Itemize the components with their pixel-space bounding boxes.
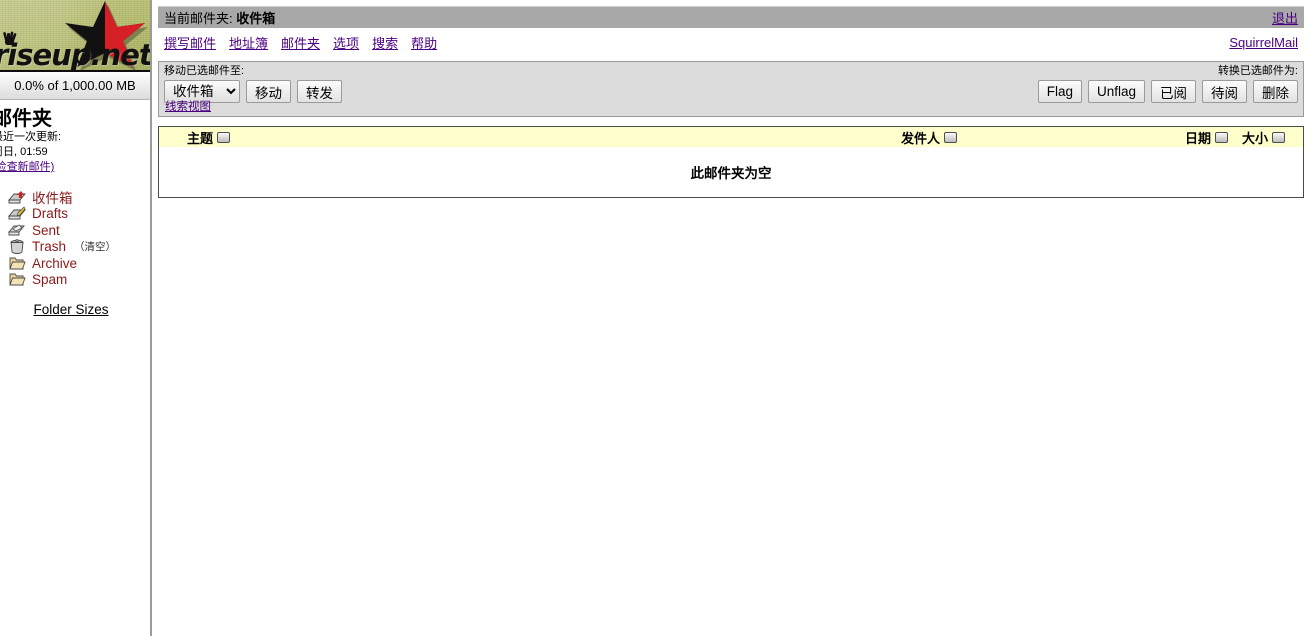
logo-brand-text: riseup.net [0, 38, 150, 72]
current-folder-label: 当前邮件夹: [164, 11, 233, 26]
flag-button[interactable]: Flag [1037, 80, 1082, 103]
sidebar-item-label[interactable]: 收件箱 [32, 187, 73, 207]
sidebar-item-label[interactable]: Archive [32, 256, 77, 271]
column-header-size[interactable]: 大小 [1242, 128, 1286, 147]
folders-title: 邮件夹 [0, 108, 52, 130]
logo-bottom-strip [0, 70, 150, 72]
sidebar-item-trash[interactable]: Trash （清空） [8, 239, 150, 256]
trash-icon [8, 239, 26, 255]
inbox-icon [8, 190, 26, 205]
sidebar-item-label[interactable]: Drafts [32, 206, 68, 221]
nav-options[interactable]: 选项 [333, 33, 359, 52]
squirrelmail-brand-link[interactable]: SquirrelMail [1229, 35, 1298, 50]
current-folder-text: 当前邮件夹: 收件箱 [164, 8, 275, 27]
column-header-date[interactable]: 日期 [1185, 128, 1229, 147]
logo-image: riseup.net [0, 0, 150, 72]
column-header-subject[interactable]: 主题 [187, 128, 231, 147]
forward-button[interactable]: 转发 [297, 80, 342, 103]
thread-view-link[interactable]: 线索视图 [165, 98, 211, 114]
riseup-logo[interactable]: riseup.net [0, 0, 150, 72]
quota-bar: 0.0% of 1,000.00 MB [0, 72, 150, 100]
sort-size-icon[interactable] [1272, 131, 1286, 143]
last-update-time: 周日, 01:59 [0, 146, 48, 158]
column-label-date: 日期 [1185, 130, 1212, 146]
folder-icon [8, 256, 26, 271]
sidebar-item-label[interactable]: Trash [32, 239, 66, 254]
folder-list: 收件箱 Drafts Sent Trash （清空） Archive Spam [0, 189, 150, 288]
sidebar-item-inbox[interactable]: 收件箱 [8, 189, 150, 206]
nav-compose[interactable]: 撰写邮件 [164, 33, 216, 52]
sort-subject-icon[interactable] [217, 131, 231, 143]
unflag-button[interactable]: Unflag [1087, 80, 1145, 103]
column-label-from: 发件人 [901, 130, 941, 146]
sidebar-item-drafts[interactable]: Drafts [8, 206, 150, 223]
folder-sizes-link[interactable]: Folder Sizes [33, 302, 108, 317]
empty-trash-link[interactable]: （清空） [74, 241, 116, 253]
sidebar-item-sent[interactable]: Sent [8, 222, 150, 239]
sent-icon [8, 223, 26, 238]
drafts-icon [8, 206, 26, 221]
sidebar-item-spam[interactable]: Spam [8, 272, 150, 289]
squirrelmail-page: riseup.net 0.0% of 1,000.00 MB 邮件夹 最近一次更… [0, 0, 1310, 636]
sort-from-icon[interactable] [944, 131, 958, 143]
column-label-subject: 主题 [187, 130, 214, 146]
column-header-from[interactable]: 发件人 [901, 128, 958, 147]
nav-help[interactable]: 帮助 [411, 33, 437, 52]
sort-date-icon[interactable] [1215, 131, 1229, 143]
folder-sizes-wrap: Folder Sizes [0, 302, 150, 317]
sidebar-item-label[interactable]: Sent [32, 223, 60, 238]
folder-icon [8, 272, 26, 287]
sidebar-item-archive[interactable]: Archive [8, 255, 150, 272]
mark-read-button[interactable]: 已阅 [1151, 80, 1196, 103]
message-list-body: 此邮件夹为空 [159, 147, 1303, 197]
transform-label: 转换已选邮件为: [1217, 65, 1298, 77]
folders-header: 邮件夹 最近一次更新: 周日, 01:59 (检查新邮件) [0, 100, 150, 175]
nav-folders[interactable]: 邮件夹 [281, 33, 320, 52]
message-list-header: 主题 发件人 日期 大小 [159, 127, 1303, 147]
sidebar-item-extra[interactable]: （清空） [74, 239, 116, 254]
delete-button[interactable]: 删除 [1253, 80, 1298, 103]
nav-addressbook[interactable]: 地址簿 [229, 33, 268, 52]
sidebar: riseup.net 0.0% of 1,000.00 MB 邮件夹 最近一次更… [0, 0, 152, 636]
main-navigation: 撰写邮件 地址簿 邮件夹 选项 搜索 帮助 SquirrelMail [158, 32, 1304, 52]
sidebar-item-label[interactable]: Spam [32, 272, 67, 287]
current-folder-name: 收件箱 [236, 11, 276, 26]
main-content: 当前邮件夹: 收件箱 退出 撰写邮件 地址簿 邮件夹 选项 搜索 帮助 Squi… [152, 0, 1310, 636]
move-button[interactable]: 移动 [246, 80, 291, 103]
nav-search[interactable]: 搜索 [372, 33, 398, 52]
quota-text: 0.0% of 1,000.00 MB [14, 78, 136, 93]
empty-folder-message: 此邮件夹为空 [690, 166, 772, 181]
current-folder-bar: 当前邮件夹: 收件箱 退出 [158, 6, 1304, 28]
mark-unread-button[interactable]: 待阅 [1202, 80, 1247, 103]
message-toolbar: 移动已选邮件至: 收件箱 Drafts Sent Trash Archive S… [158, 61, 1304, 117]
signout-wrap: 退出 [1272, 8, 1298, 27]
message-list: 主题 发件人 日期 大小 此邮件夹为空 [158, 126, 1304, 198]
check-mail-link[interactable]: (检查新邮件) [0, 161, 54, 173]
transform-controls: 转换已选邮件为: Flag Unflag 已阅 待阅 删除 [1032, 65, 1298, 103]
signout-link[interactable]: 退出 [1272, 11, 1298, 26]
column-label-size: 大小 [1242, 130, 1269, 146]
last-update-label: 最近一次更新: [0, 131, 62, 143]
